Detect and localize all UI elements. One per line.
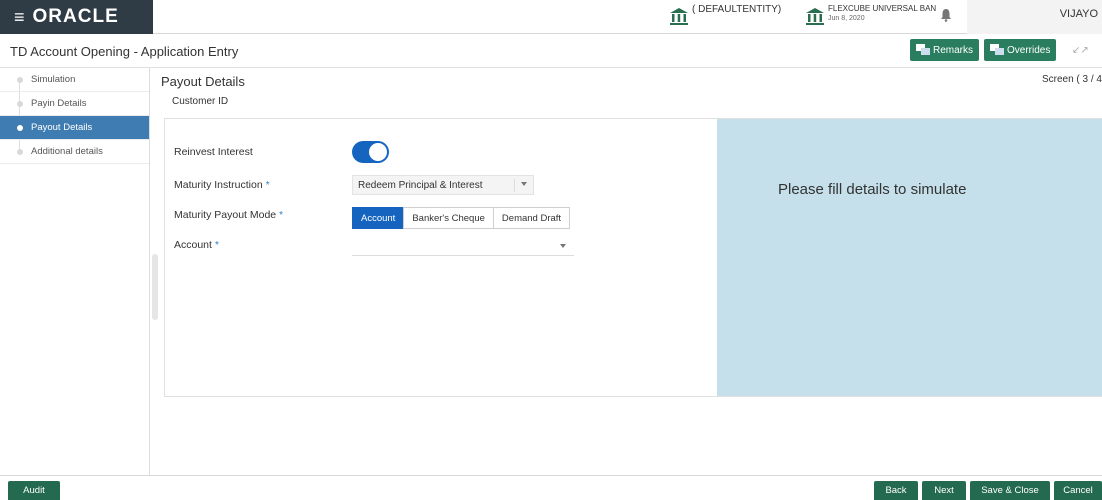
step-dot (17, 77, 23, 83)
remarks-button[interactable]: Remarks (910, 39, 980, 61)
chevron-down-icon (521, 182, 527, 186)
step-sidebar: Simulation Payin Details Payout Details … (0, 68, 150, 475)
simulate-message: Please fill details to simulate (778, 181, 967, 198)
step-label: Simulation (31, 74, 76, 85)
reinvest-interest-label: Reinvest Interest (174, 146, 253, 158)
payout-mode-label: Maturity Payout Mode * (174, 209, 284, 221)
bank-name: FLEXCUBE UNIVERSAL BAN (828, 4, 937, 13)
overrides-label: Overrides (1007, 44, 1051, 56)
payout-mode-account-button[interactable]: Account (352, 207, 405, 229)
chat-icon (916, 44, 930, 55)
account-label: Account * (174, 239, 219, 251)
branch-selector[interactable]: FLEXCUBE UNIVERSAL BAN Jun 8, 2020 (805, 4, 936, 26)
top-bar: ≡ ORACLE ( DEFAULTENTITY) FLEXCUBE UNIVE… (0, 0, 1102, 34)
simulation-pane: Please fill details to simulate (717, 119, 1102, 396)
step-dot (17, 149, 23, 155)
step-payin-details[interactable]: Payin Details (0, 92, 149, 116)
main-content: Payout Details Screen ( 3 / 4 Customer I… (160, 68, 1102, 475)
footer-bar: Audit Back Next Save & Close Cancel (0, 475, 1102, 500)
minimize-icon[interactable]: ↙↗ (1072, 45, 1089, 56)
audit-button[interactable]: Audit (8, 481, 60, 500)
step-label: Payout Details (31, 122, 93, 133)
user-name: VIJAYO (1059, 8, 1098, 20)
menu-icon[interactable]: ≡ (14, 8, 25, 26)
maturity-instruction-label: Maturity Instruction * (174, 179, 270, 191)
payout-form: Reinvest Interest Maturity Instruction * … (165, 119, 717, 396)
oracle-logo: ORACLE (32, 6, 119, 27)
back-button[interactable]: Back (874, 481, 918, 500)
section-title: Payout Details (161, 74, 245, 89)
step-additional-details[interactable]: Additional details (0, 140, 149, 164)
entity-selector[interactable]: ( DEFAULTENTITY) (669, 4, 781, 26)
page-title: TD Account Opening - Application Entry (10, 44, 239, 59)
bell-icon[interactable] (940, 8, 952, 22)
entity-label: ( DEFAULTENTITY) (692, 4, 782, 15)
screen-indicator: Screen ( 3 / 4 (1041, 74, 1102, 85)
step-dot (17, 101, 23, 107)
bank-icon (806, 8, 824, 25)
reinvest-interest-toggle[interactable] (352, 141, 389, 163)
maturity-instruction-value: Redeem Principal & Interest (358, 179, 483, 191)
payout-panel: Reinvest Interest Maturity Instruction * … (164, 118, 1102, 397)
customer-id-label: Customer ID (172, 96, 229, 107)
maturity-instruction-select[interactable]: Redeem Principal & Interest (352, 175, 534, 195)
chevron-down-icon (560, 244, 566, 248)
step-payout-details[interactable]: Payout Details (0, 116, 149, 140)
bank-icon (670, 8, 688, 25)
step-simulation[interactable]: Simulation (0, 68, 149, 92)
step-dot (17, 125, 23, 131)
payout-mode-bankers-cheque-button[interactable]: Banker's Cheque (403, 207, 494, 229)
sidebar-resize-handle[interactable] (152, 254, 158, 320)
remarks-label: Remarks (933, 44, 974, 56)
account-select[interactable] (352, 235, 574, 256)
user-menu[interactable]: VIJAYO (967, 0, 1102, 34)
cancel-button[interactable]: Cancel (1054, 481, 1102, 500)
step-label: Payin Details (31, 98, 87, 109)
chat-icon (990, 44, 1004, 55)
logo-area: ≡ ORACLE (0, 0, 153, 34)
payout-mode-demand-draft-button[interactable]: Demand Draft (492, 207, 571, 229)
save-close-button[interactable]: Save & Close (970, 481, 1050, 500)
overrides-button[interactable]: Overrides (984, 39, 1057, 61)
payout-mode-group: Account Banker's Cheque Demand Draft (352, 207, 571, 229)
step-label: Additional details (31, 146, 103, 157)
next-button[interactable]: Next (922, 481, 966, 500)
bank-date: Jun 8, 2020 (828, 15, 865, 22)
toggle-knob (369, 143, 387, 161)
title-bar: TD Account Opening - Application Entry R… (0, 34, 1102, 68)
